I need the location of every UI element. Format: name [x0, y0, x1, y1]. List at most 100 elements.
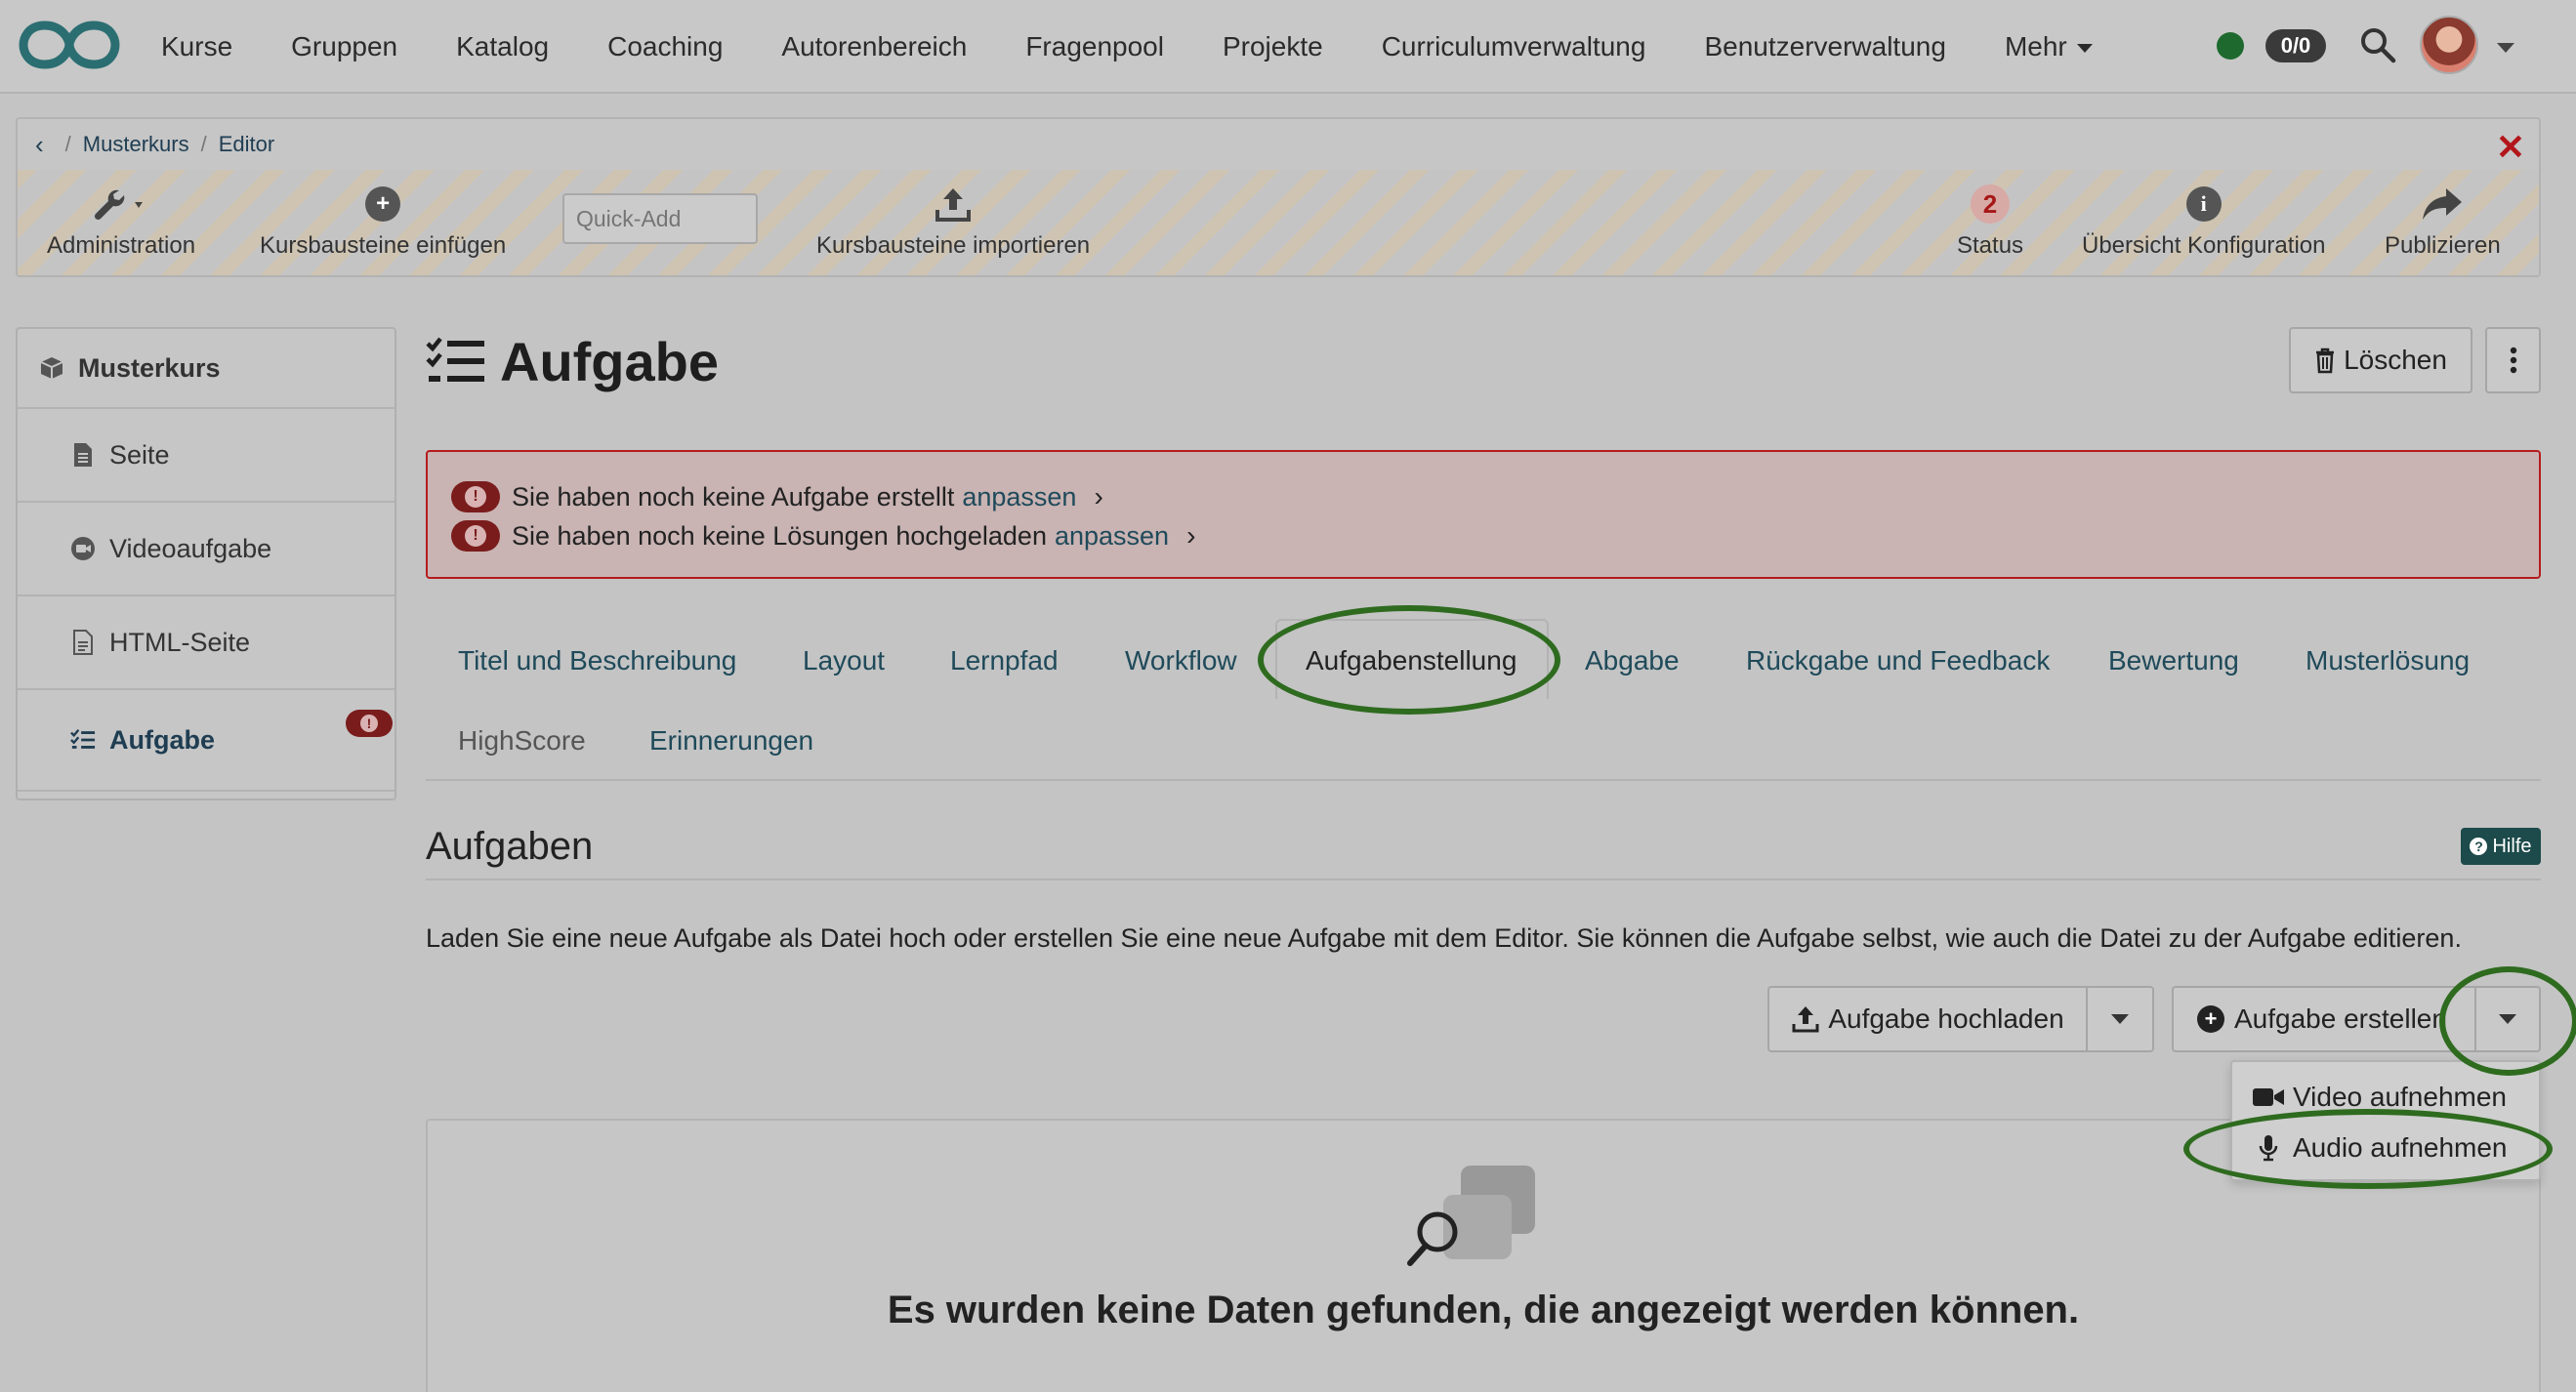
editor-toolbar-panel: ‹ / Musterkurs / Editor ✕ Administration… — [16, 117, 2541, 277]
sidebar-item-aufgabe[interactable]: Aufgabe ! — [18, 690, 395, 792]
upload-icon — [1792, 1006, 1819, 1033]
tab-bewertung[interactable]: Bewertung — [2108, 645, 2239, 676]
nav-fragenpool[interactable]: Fragenpool — [1025, 31, 1164, 62]
insert-blocks-button[interactable]: + Kursbausteine einfügen — [260, 184, 506, 260]
user-avatar[interactable] — [2420, 16, 2478, 74]
administration-button[interactable]: Administration — [47, 184, 195, 260]
chevron-right-icon[interactable]: › — [1186, 520, 1195, 552]
tab-highscore[interactable]: HighScore — [458, 725, 586, 757]
sidebar-item-html-seite[interactable]: HTML-Seite — [18, 596, 395, 690]
nav-coaching[interactable]: Coaching — [607, 31, 723, 62]
plus-circle-icon: + — [365, 186, 401, 222]
upload-icon — [935, 188, 972, 222]
nav-curriculumverwaltung[interactable]: Curriculumverwaltung — [1382, 31, 1646, 62]
help-button[interactable]: ? Hilfe — [2461, 828, 2541, 865]
cube-icon — [39, 355, 64, 381]
tab-musterloesung[interactable]: Musterlösung — [2306, 645, 2470, 676]
empty-state-panel: Es wurden keine Daten gefunden, die ange… — [426, 1119, 2541, 1392]
create-task-dropdown-menu: Video aufnehmen Audio aufnehmen — [2230, 1060, 2541, 1181]
online-status-indicator[interactable] — [2217, 32, 2244, 60]
nav-mehr[interactable]: Mehr — [2005, 31, 2093, 62]
sidebar-item-videoaufgabe[interactable]: Videoaufgabe — [18, 503, 395, 596]
sidebar-root-label: Musterkurs — [78, 352, 221, 383]
video-icon — [70, 536, 96, 561]
tab-titel-und-beschreibung[interactable]: Titel und Beschreibung — [458, 645, 736, 676]
alert-row: ! Sie haben noch keine Aufgabe erstellt … — [451, 477, 2515, 516]
sidebar-item-seite[interactable]: Seite — [18, 409, 395, 503]
breadcrumb: ‹ / Musterkurs / Editor — [18, 119, 2539, 170]
menu-item-label: Video aufnehmen — [2293, 1082, 2507, 1112]
task-list-icon — [426, 337, 484, 382]
user-menu-chevron-icon[interactable] — [2497, 43, 2514, 53]
status-button[interactable]: 2 Status — [1957, 184, 2023, 260]
create-task-button[interactable]: + Aufgabe erstellen — [2172, 986, 2476, 1052]
plus-circle-icon: + — [2197, 1005, 2224, 1033]
chevron-down-icon — [2499, 1014, 2516, 1024]
publish-label: Publizieren — [2385, 232, 2501, 259]
create-task-dropdown-toggle[interactable] — [2474, 986, 2541, 1052]
section-description: Laden Sie eine neue Aufgabe als Datei ho… — [426, 923, 2462, 953]
sidebar-item-label: HTML-Seite — [109, 627, 251, 657]
page-title: Aufgabe — [426, 322, 719, 400]
microphone-icon — [2252, 1134, 2285, 1162]
upload-task-button[interactable]: Aufgabe hochladen — [1767, 986, 2088, 1052]
warning-badge: ! — [346, 710, 393, 737]
close-icon[interactable]: ✕ — [2496, 127, 2525, 168]
breadcrumb-editor[interactable]: Editor — [219, 132, 274, 157]
error-alert: ! Sie haben noch keine Aufgabe erstellt … — [426, 450, 2541, 579]
share-arrow-icon — [2423, 188, 2463, 220]
search-icon[interactable] — [2358, 25, 2397, 64]
notification-count-badge[interactable]: 0/0 — [2265, 29, 2326, 62]
nav-projekte[interactable]: Projekte — [1223, 31, 1323, 62]
main-menu: Kurse Gruppen Katalog Coaching Autorenbe… — [161, 0, 2151, 94]
nav-kurse[interactable]: Kurse — [161, 31, 232, 62]
chevron-down-icon — [2076, 44, 2093, 54]
more-options-button[interactable] — [2485, 327, 2541, 393]
tab-lernpfad[interactable]: Lernpfad — [950, 645, 1059, 676]
menu-item-video-aufnehmen[interactable]: Video aufnehmen — [2232, 1072, 2539, 1123]
alert-link-anpassen[interactable]: anpassen — [962, 482, 1076, 512]
empty-state-message: Es wurden keine Daten gefunden, die ange… — [887, 1289, 2080, 1331]
overview-config-label: Übersicht Konfiguration — [2082, 232, 2326, 259]
alert-text: Sie haben noch keine Lösungen hochgelade… — [512, 520, 1047, 551]
upload-task-label: Aufgabe hochladen — [1828, 1003, 2064, 1034]
exclamation-icon: ! — [465, 486, 486, 508]
video-camera-icon — [2252, 1084, 2285, 1111]
task-list-icon — [70, 727, 96, 753]
chevron-down-icon — [2111, 1014, 2129, 1024]
tab-erinnerungen[interactable]: Erinnerungen — [649, 725, 813, 757]
page-title-text: Aufgabe — [500, 330, 719, 392]
status-count-badge: 2 — [1971, 184, 2011, 224]
tab-rueckgabe-und-feedback[interactable]: Rückgabe und Feedback — [1746, 645, 2050, 676]
nav-autorenbereich[interactable]: Autorenbereich — [781, 31, 967, 62]
tab-aufgabenstellung[interactable]: Aufgabenstellung — [1306, 645, 1517, 676]
nav-benutzerverwaltung[interactable]: Benutzerverwaltung — [1704, 31, 1945, 62]
tab-workflow[interactable]: Workflow — [1125, 645, 1237, 676]
overview-config-button[interactable]: i Übersicht Konfiguration — [2082, 184, 2325, 260]
insert-blocks-label: Kursbausteine einfügen — [260, 232, 507, 259]
import-blocks-button[interactable]: Kursbausteine importieren — [816, 184, 1090, 260]
toolbar: Administration + Kursbausteine einfügen … — [18, 170, 2539, 275]
quick-add-input[interactable] — [562, 193, 758, 244]
menu-item-label: Audio aufnehmen — [2293, 1132, 2508, 1163]
alert-link-anpassen[interactable]: anpassen — [1055, 521, 1169, 552]
nav-gruppen[interactable]: Gruppen — [291, 31, 397, 62]
html-file-icon — [70, 630, 96, 655]
menu-item-audio-aufnehmen[interactable]: Audio aufnehmen — [2232, 1123, 2539, 1173]
breadcrumb-musterkurs[interactable]: Musterkurs — [83, 132, 189, 157]
tab-abgabe[interactable]: Abgabe — [1585, 645, 1680, 676]
chevron-right-icon[interactable]: › — [1094, 481, 1102, 512]
tab-layout[interactable]: Layout — [803, 645, 885, 676]
upload-task-dropdown-toggle[interactable] — [2086, 986, 2154, 1052]
sidebar-item-musterkurs[interactable]: Musterkurs — [18, 329, 395, 409]
create-task-label: Aufgabe erstellen — [2234, 1003, 2447, 1034]
publish-button[interactable]: Publizieren — [2385, 184, 2501, 260]
question-icon: ? — [2470, 838, 2488, 855]
nav-katalog[interactable]: Katalog — [456, 31, 549, 62]
delete-button[interactable]: Löschen — [2289, 327, 2472, 393]
error-icon: ! — [451, 520, 500, 552]
import-blocks-label: Kursbausteine importieren — [816, 232, 1091, 259]
back-chevron-icon[interactable]: ‹ — [35, 130, 44, 160]
openolat-logo[interactable] — [18, 18, 121, 72]
sidebar-item-label: Videoaufgabe — [109, 533, 272, 563]
